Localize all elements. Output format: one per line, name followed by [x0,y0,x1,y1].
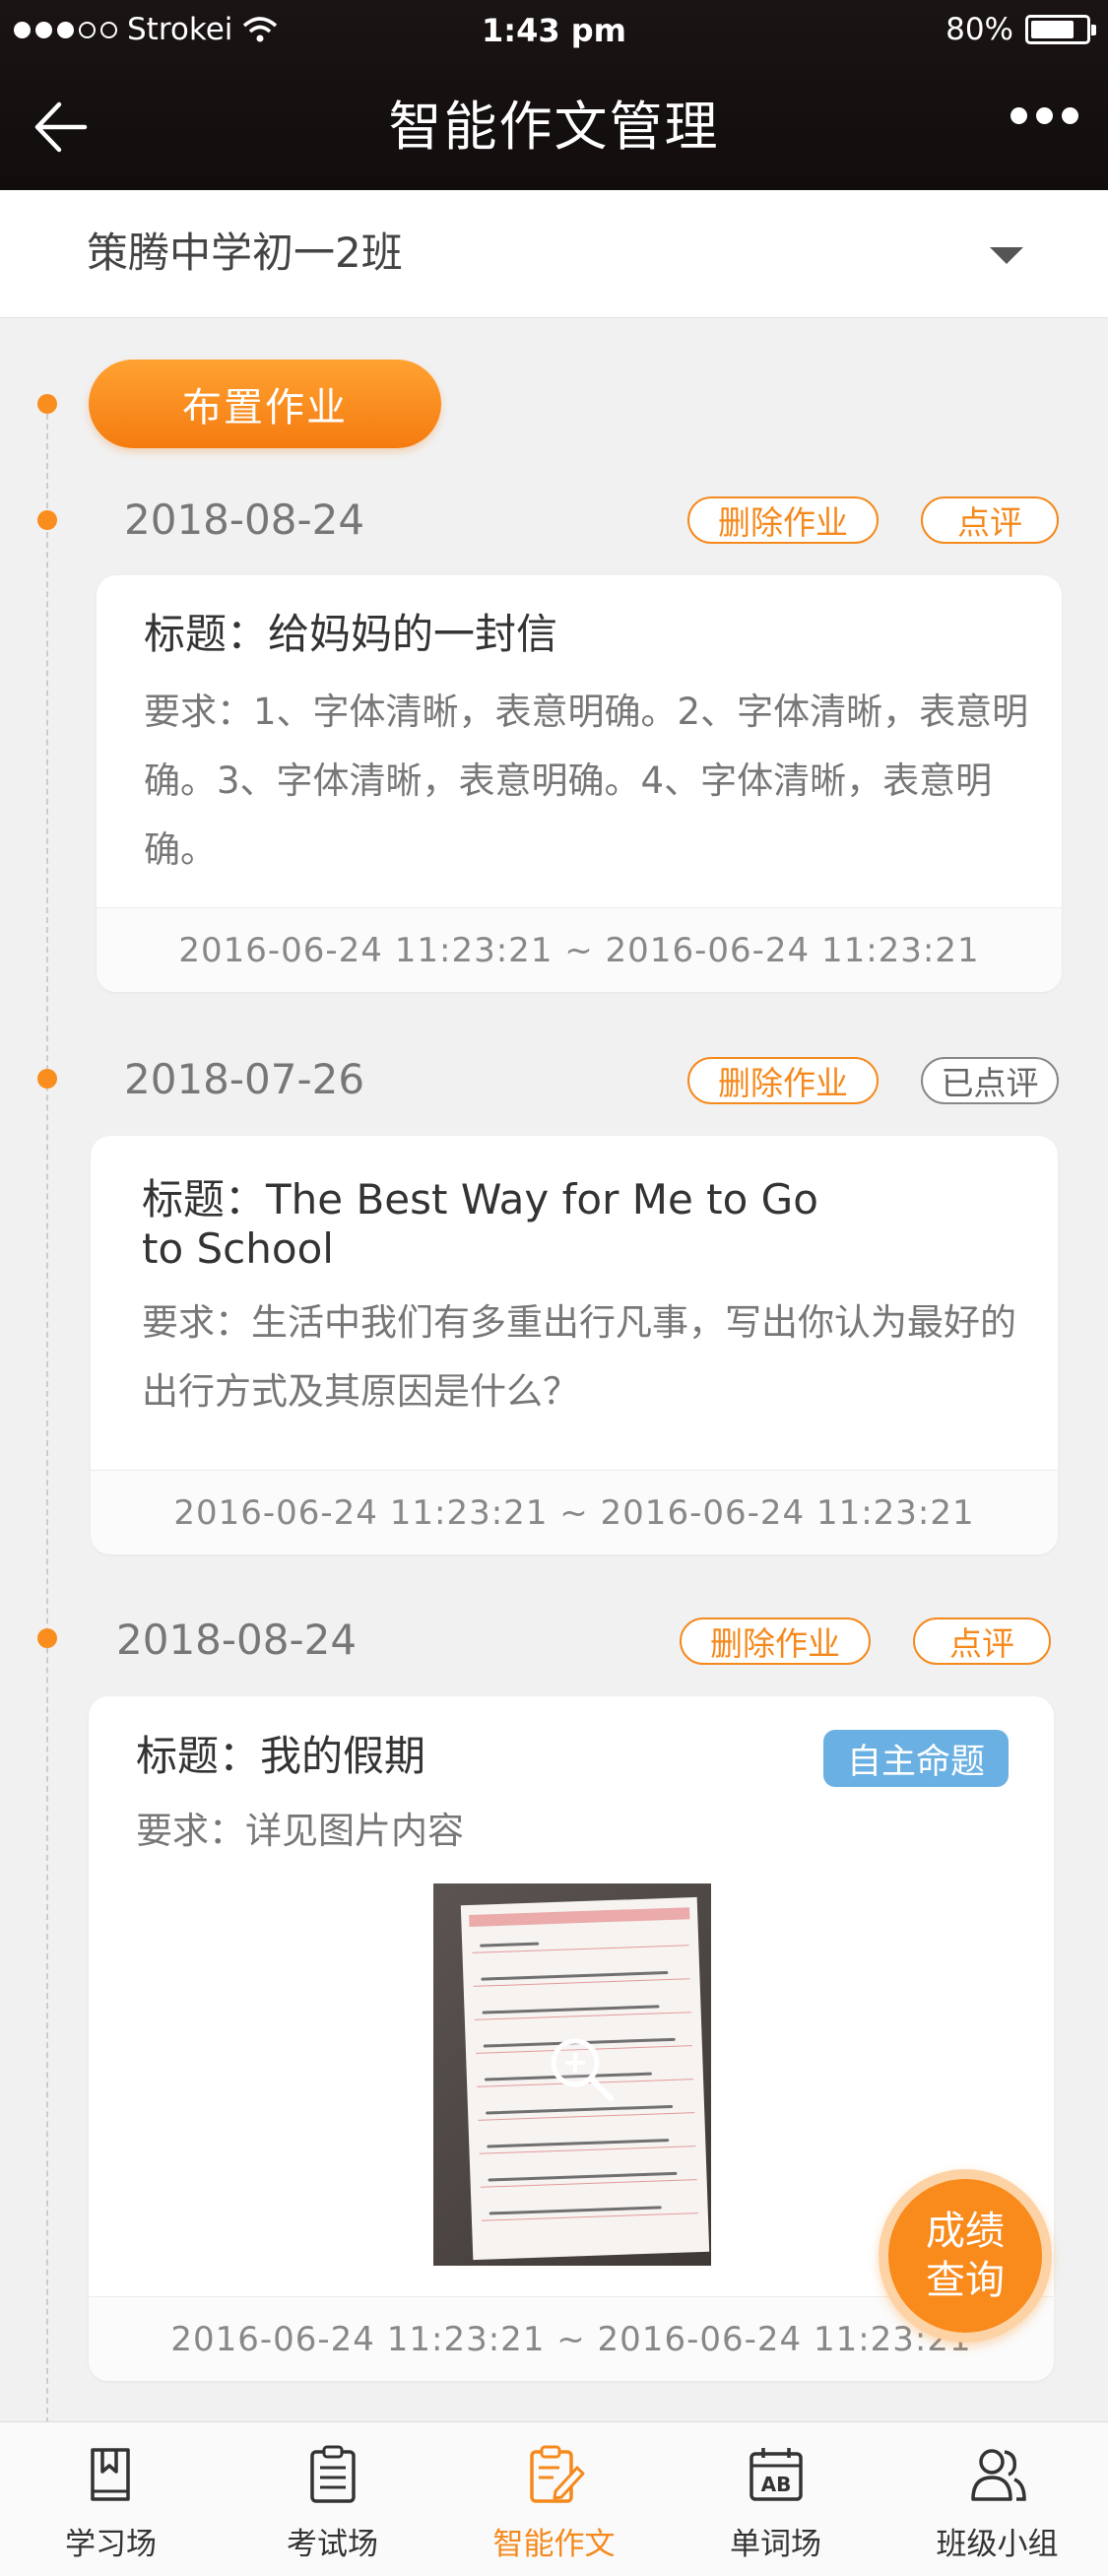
battery-icon [1025,15,1096,44]
bottom-tab-bar: 学习场 考试场 智能作文 AB 单词场 班级小组 [0,2421,1108,2576]
score-query-button[interactable]: 成绩 查询 [879,2169,1052,2343]
svg-text:AB: AB [760,2473,791,2496]
card-requirement: 要求：1、字体清晰，表意明确。2、字体清晰，表意明确。3、字体清晰，表意明确。4… [144,691,1029,871]
tab-exam[interactable]: 考试场 [222,2422,443,2576]
class-selector-value: 策腾中学初一2班 [87,229,403,277]
status-time: 1:43 pm [482,12,626,49]
timeline-line [46,404,48,2423]
tab-class-group[interactable]: 班级小组 [886,2422,1108,2576]
tab-words[interactable]: AB 单词场 [665,2422,886,2576]
entry-date: 2018-08-24 [124,495,365,544]
class-selector[interactable]: 策腾中学初一2班 [0,190,1108,318]
caret-down-icon [990,247,1023,264]
tab-study[interactable]: 学习场 [0,2422,222,2576]
status-right: 80% [945,12,1096,47]
score-query-label-2: 查询 [926,2258,1005,2303]
status-bar: Strokei 1:43 pm 80% [0,0,1108,63]
card-requirement: 要求：生活中我们有多重出行凡事，写出你认为最好的出行方式及其原因是什么？ [142,1301,1016,1413]
card-requirement: 要求：详见图片内容 [136,1810,464,1852]
card-title: 标题：我的假期 [136,1732,426,1780]
tab-label: 单词场 [730,2527,821,2562]
page-title: 智能作文管理 [388,96,720,158]
more-dots-icon[interactable] [1010,107,1078,124]
tab-label: 考试场 [287,2527,378,2562]
entry-date: 2018-08-24 [116,1616,358,1664]
zoom-in-icon[interactable] [544,2031,619,2106]
timeline-dot [37,394,57,414]
card-title: 标题：The Best Way for Me to Go to School [142,1175,818,1273]
clipboard-icon [309,2445,356,2503]
reviewed-button[interactable]: 已点评 [921,1057,1059,1104]
calendar-ab-icon: AB [749,2448,803,2501]
users-icon [970,2449,1026,2501]
timeline-dot [37,1628,57,1648]
delete-homework-button[interactable]: 删除作业 [680,1618,871,1665]
self-topic-badge: 自主命题 [823,1730,1009,1787]
tab-label: 学习场 [65,2527,157,2562]
card-time-range: 2016-06-24 11:23:21 ~ 2016-06-24 11:23:2… [97,907,1062,992]
essay-edit-icon [529,2445,584,2503]
tab-essay[interactable]: 智能作文 [443,2422,665,2576]
delete-homework-button[interactable]: 删除作业 [687,496,879,544]
tab-label: 班级小组 [936,2527,1059,2562]
homework-card[interactable]: 标题：The Best Way for Me to Go to School 要… [91,1136,1058,1554]
app-header: Strokei 1:43 pm 80% 智能作文管理 [0,0,1108,190]
timeline-dot [37,510,57,530]
assign-homework-button[interactable]: 布置作业 [89,360,441,448]
book-bookmark-icon [90,2448,130,2501]
review-button[interactable]: 点评 [921,496,1059,544]
review-button[interactable]: 点评 [913,1618,1051,1665]
card-time-range: 2016-06-24 11:23:21 ~ 2016-06-24 11:23:2… [91,1470,1058,1554]
nav-bar: 智能作文管理 [0,63,1108,190]
tab-label: 智能作文 [492,2527,616,2562]
delete-homework-button[interactable]: 删除作业 [687,1057,879,1104]
essay-photo[interactable] [433,1883,711,2266]
card-title: 标题：给妈妈的一封信 [144,610,558,658]
score-query-label-1: 成绩 [926,2209,1005,2254]
timeline-dot [37,1069,57,1089]
entry-date: 2018-07-26 [124,1055,365,1103]
homework-card[interactable]: 标题：给妈妈的一封信 要求：1、字体清晰，表意明确。2、字体清晰，表意明确。3、… [97,575,1062,992]
battery-percent: 80% [945,12,1013,47]
